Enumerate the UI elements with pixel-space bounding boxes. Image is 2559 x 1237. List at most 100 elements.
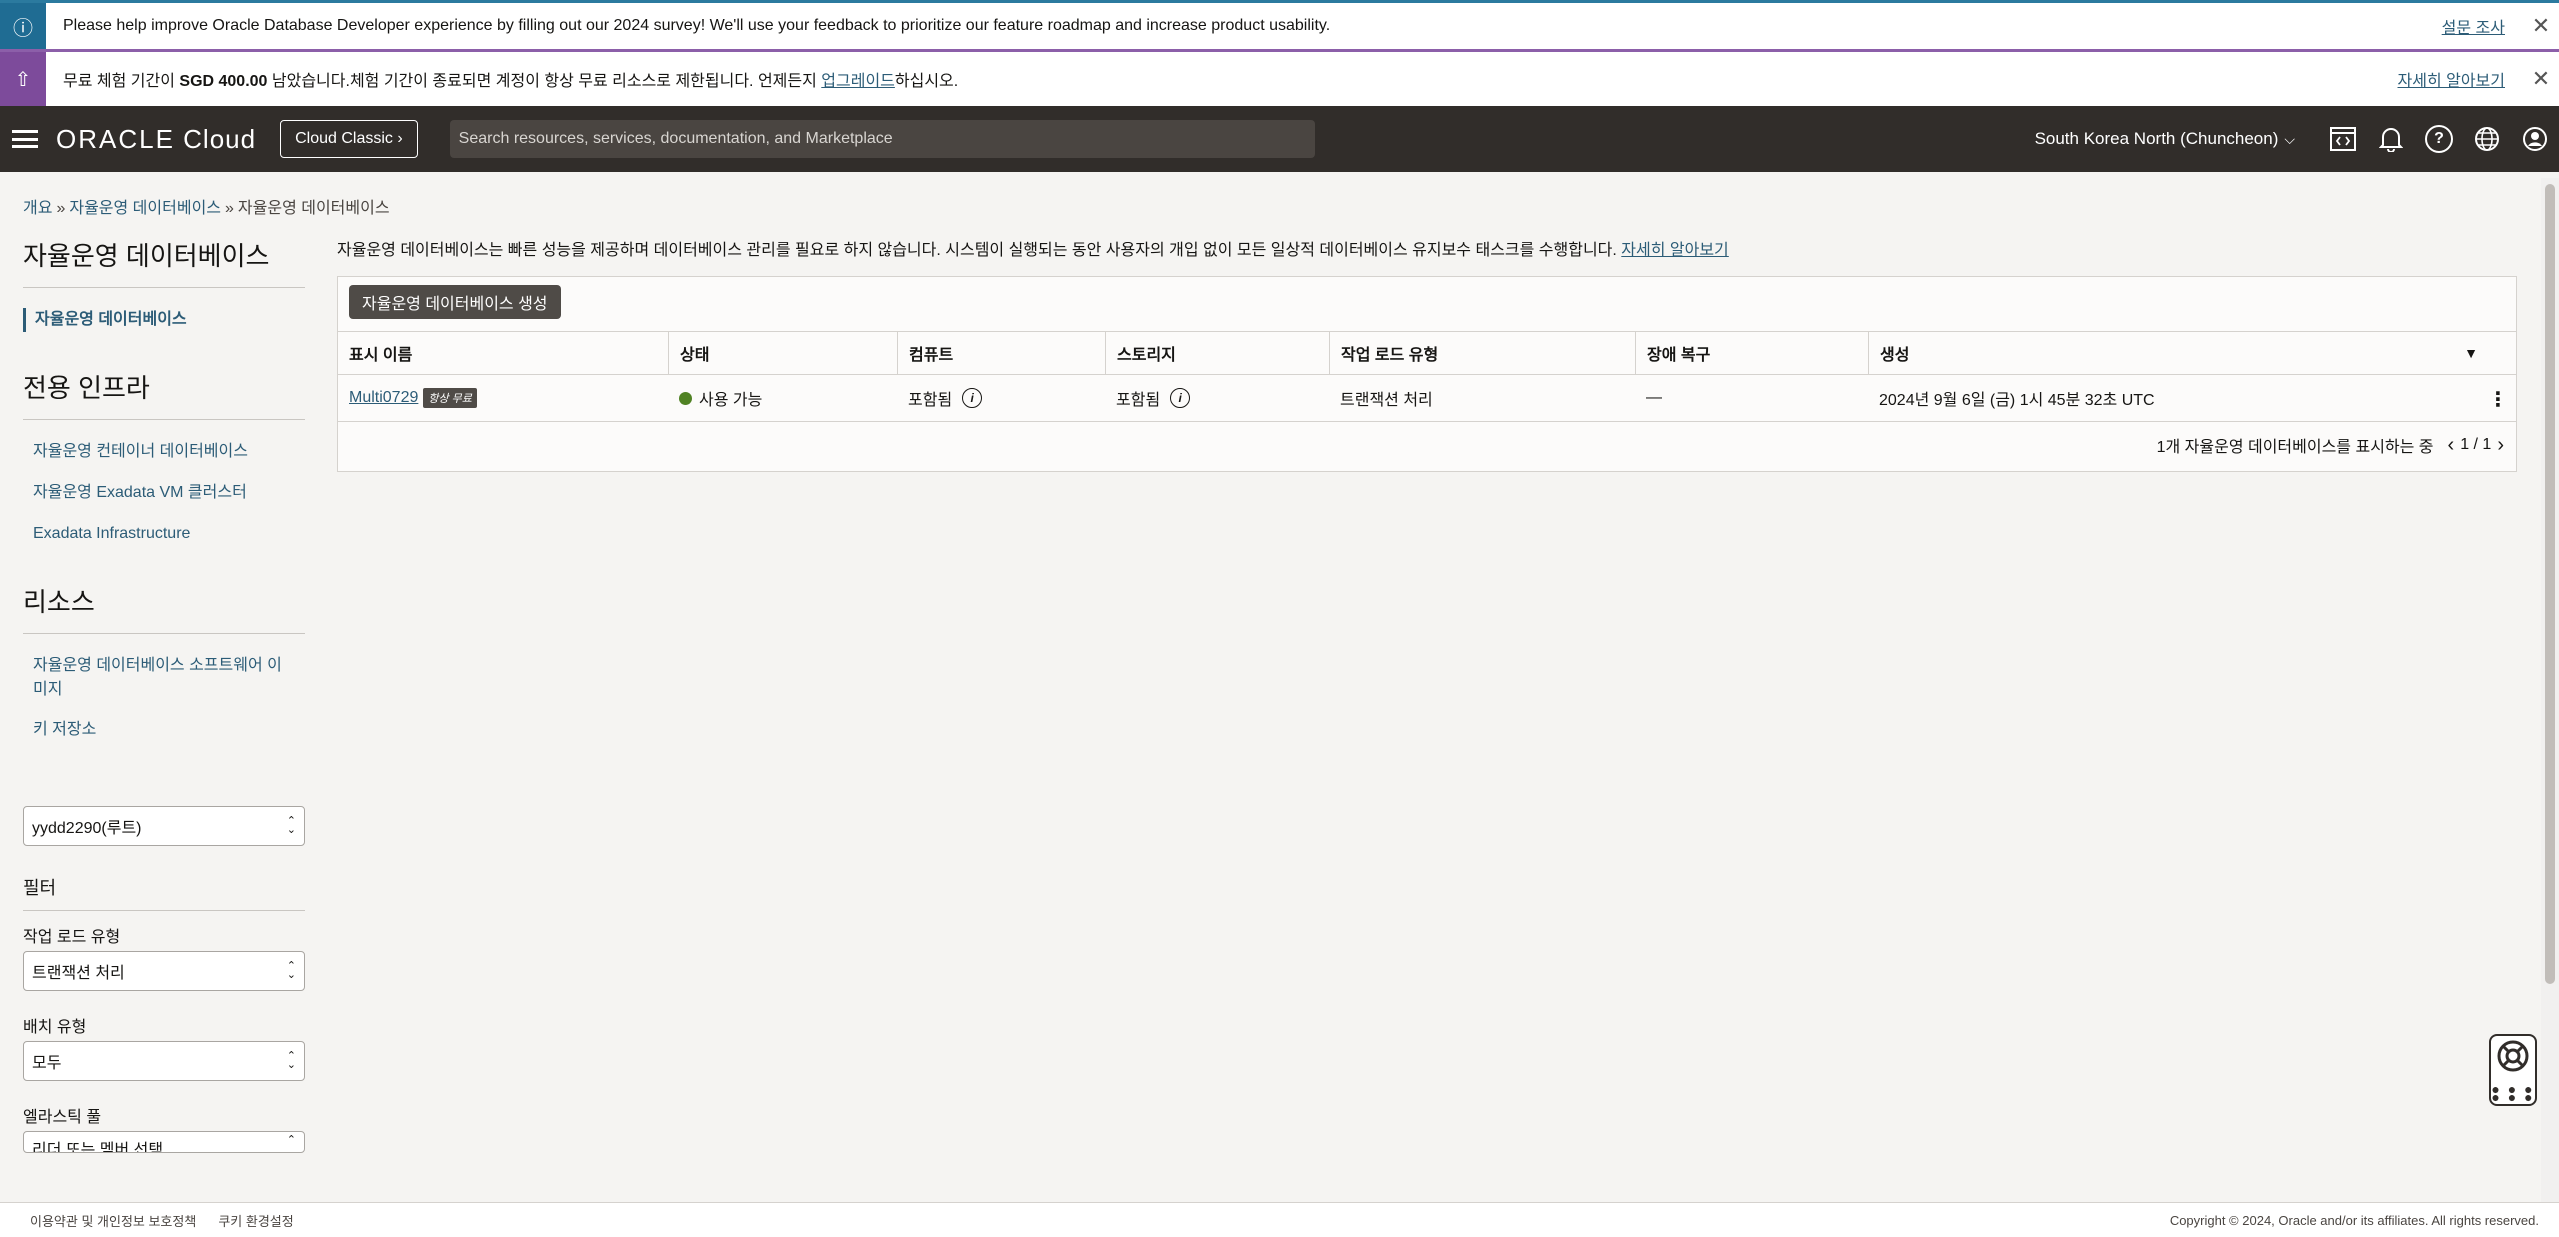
column-header-workload[interactable]: 작업 로드 유형 <box>1329 332 1635 374</box>
breadcrumb: 개요» 자율운영 데이터베이스» 자율운영 데이터베이스 <box>23 194 390 218</box>
trial-text-after: 하십시오. <box>894 73 959 90</box>
trial-amount: SGD 400.00 <box>179 73 268 90</box>
support-widget[interactable]: ● ● ● ● ● ● <box>2489 1034 2537 1106</box>
description-text: 자율운영 데이터베이스는 빠른 성능을 제공하며 데이터베이스 관리를 필요로 … <box>337 242 1622 259</box>
close-icon[interactable]: ✕ <box>2523 13 2559 39</box>
workload-select[interactable]: 트랜잭션 처리 ⌃ ⌄ <box>23 951 305 991</box>
breadcrumb-adb[interactable]: 자율운영 데이터베이스 <box>69 200 221 217</box>
page-description: 자율운영 데이터베이스는 빠른 성능을 제공하며 데이터베이스 관리를 필요로 … <box>337 236 2517 260</box>
column-header-compute[interactable]: 컴퓨트 <box>897 332 1105 374</box>
pagination-summary: 1개 자율운영 데이터베이스를 표시하는 중 <box>2156 439 2434 456</box>
filter-title: 필터 <box>23 874 305 911</box>
grid-dots-icon: ● ● ● ● ● ● <box>2491 1081 2535 1106</box>
deploy-label: 배치 유형 <box>23 1019 87 1036</box>
column-header-dr[interactable]: 장애 복구 <box>1635 332 1868 374</box>
code-editor-icon[interactable] <box>2329 125 2357 153</box>
sort-desc-icon[interactable]: ▼ <box>2464 345 2478 361</box>
storage-text: 포함됨 <box>1116 392 1161 409</box>
sidebar-section-title: 자율운영 데이터베이스 <box>23 236 305 288</box>
elastic-select[interactable]: 리더 또는 멤버 선택 ⌃ <box>23 1131 305 1153</box>
column-header-status[interactable]: 상태 <box>668 332 897 374</box>
sidebar: 자율운영 데이터베이스 자율운영 데이터베이스 전용 인프라 자율운영 컨테이너… <box>23 236 305 1153</box>
chevron-right-icon[interactable]: › <box>2497 434 2504 457</box>
upgrade-arrow-icon: ⇧ <box>0 52 46 106</box>
deploy-value: 모두 <box>32 1055 62 1072</box>
trial-banner: ⇧ 무료 체험 기간이 SGD 400.00 남았습니다.체험 기간이 종료되면… <box>0 49 2559 106</box>
terms-link[interactable]: 이용약관 및 개인정보 보호정책 <box>30 1211 196 1230</box>
info-icon: ⓘ <box>0 3 46 49</box>
workload-value: 트랜잭션 처리 <box>32 965 125 982</box>
oracle-cloud-logo[interactable]: ORACLE Cloud <box>56 124 256 155</box>
cell-name: Multi0729 항상 무료 <box>338 375 668 421</box>
sidebar-section-title: 리소스 <box>23 582 305 634</box>
sidebar-item-key-stores[interactable]: 키 저장소 <box>33 718 305 742</box>
breadcrumb-current: 자율운영 데이터베이스 <box>237 200 390 217</box>
column-header-created-label: 생성 <box>1880 347 1910 364</box>
elastic-label: 엘라스틱 풀 <box>23 1109 102 1126</box>
select-arrows-icon: ⌃ ⌄ <box>286 960 296 981</box>
help-icon[interactable]: ? <box>2425 125 2453 153</box>
created-text: 2024년 9월 6일 (금) 1시 45분 32초 UTC <box>1879 392 2155 409</box>
page-scrollbar[interactable] <box>2541 178 2559 1202</box>
workload-label: 작업 로드 유형 <box>23 929 121 946</box>
info-icon[interactable]: i <box>962 388 983 408</box>
lifebuoy-icon <box>2496 1039 2530 1080</box>
compute-text: 포함됨 <box>908 392 953 409</box>
trial-banner-text: 무료 체험 기간이 SGD 400.00 남았습니다.체험 기간이 종료되면 계… <box>63 67 2398 91</box>
survey-banner-text: Please help improve Oracle Database Deve… <box>63 17 1331 34</box>
info-icon[interactable]: i <box>1170 388 1191 408</box>
cookie-preferences-link[interactable]: 쿠키 환경설정 <box>218 1211 293 1230</box>
sidebar-item-exadata-infra[interactable]: Exadata Infrastructure <box>33 522 305 546</box>
scrollbar-thumb[interactable] <box>2545 184 2555 984</box>
footer: 이용약관 및 개인정보 보호정책 쿠키 환경설정 Copyright © 202… <box>0 1202 2559 1237</box>
close-icon[interactable]: ✕ <box>2523 66 2559 92</box>
upgrade-link[interactable]: 업그레이드 <box>821 73 895 90</box>
sidebar-item-adb[interactable]: 자율운영 데이터베이스 <box>23 308 305 332</box>
top-navigation: ORACLE Cloud Cloud Classic › Search reso… <box>0 106 2559 172</box>
elastic-value: 리더 또는 멤버 선택 <box>32 1142 164 1153</box>
region-selector[interactable]: South Korea North (Chuncheon) ⌵ <box>2035 129 2295 149</box>
survey-link[interactable]: 설문 조사 <box>2442 14 2505 38</box>
chevron-right-icon: › <box>397 130 403 147</box>
hamburger-menu-icon[interactable] <box>12 130 38 148</box>
page-number: 1 / 1 <box>2460 436 2492 453</box>
status-text: 사용 가능 <box>699 392 763 409</box>
sidebar-item-vm-cluster[interactable]: 자율운영 Exadata VM 클러스터 <box>33 481 305 505</box>
table-header: 표시 이름 상태 컴퓨트 스토리지 작업 로드 유형 장애 복구 생성 ▼ <box>338 331 2516 375</box>
survey-banner: ⓘ Please help improve Oracle Database De… <box>0 0 2559 49</box>
sidebar-section-title: 전용 인프라 <box>23 368 305 420</box>
pagination: 1개 자율운영 데이터베이스를 표시하는 중 ‹ 1 / 1 › <box>2157 433 2504 457</box>
cloud-classic-button[interactable]: Cloud Classic › <box>280 120 418 158</box>
status-available-icon <box>679 391 692 405</box>
breadcrumb-overview[interactable]: 개요 <box>23 200 52 217</box>
globe-icon[interactable] <box>2473 125 2501 153</box>
learn-more-link[interactable]: 자세히 알아보기 <box>1621 242 1729 259</box>
cloud-classic-label: Cloud Classic <box>295 130 393 147</box>
compartment-select[interactable]: yydd2290(루트) ⌃ ⌄ <box>23 806 305 846</box>
column-header-created[interactable]: 생성 ▼ <box>1868 332 2516 374</box>
adb-table: 자율운영 데이터베이스 생성 표시 이름 상태 컴퓨트 스토리지 작업 로드 유… <box>337 276 2517 472</box>
db-name-link[interactable]: Multi0729 <box>349 389 418 407</box>
cell-workload: 트랜잭션 처리 <box>1340 392 1433 409</box>
sidebar-item-container-db[interactable]: 자율운영 컨테이너 데이터베이스 <box>33 440 305 464</box>
trial-text-before: 무료 체험 기간이 <box>63 73 180 90</box>
chevron-left-icon[interactable]: ‹ <box>2448 434 2455 457</box>
select-arrows-icon: ⌃ <box>286 1134 296 1146</box>
page-content: 개요» 자율운영 데이터베이스» 자율운영 데이터베이스 자율운영 데이터베이스 자… <box>0 172 2559 1202</box>
search-input[interactable]: Search resources, services, documentatio… <box>449 120 1315 158</box>
bell-icon[interactable] <box>2377 125 2405 153</box>
more-actions-icon[interactable]: ⋮ <box>2488 387 2508 412</box>
breadcrumb-separator: » <box>225 200 234 217</box>
column-header-name[interactable]: 표시 이름 <box>338 332 668 374</box>
deploy-select[interactable]: 모두 ⌃ ⌄ <box>23 1041 305 1081</box>
search-placeholder: Search resources, services, documentatio… <box>458 130 893 147</box>
cell-dr: — <box>1646 389 1662 406</box>
cell-storage: 포함됨 i <box>1105 375 1329 421</box>
create-adb-button[interactable]: 자율운영 데이터베이스 생성 <box>349 285 561 319</box>
sidebar-item-software-images[interactable]: 자율운영 데이터베이스 소프트웨어 이미지 <box>33 654 293 702</box>
learn-more-link[interactable]: 자세히 알아보기 <box>2398 67 2506 91</box>
column-header-storage[interactable]: 스토리지 <box>1105 332 1329 374</box>
chevron-down-icon: ⌵ <box>2284 130 2295 147</box>
user-profile-icon[interactable] <box>2521 125 2549 153</box>
select-arrows-icon: ⌃ ⌄ <box>286 815 296 836</box>
